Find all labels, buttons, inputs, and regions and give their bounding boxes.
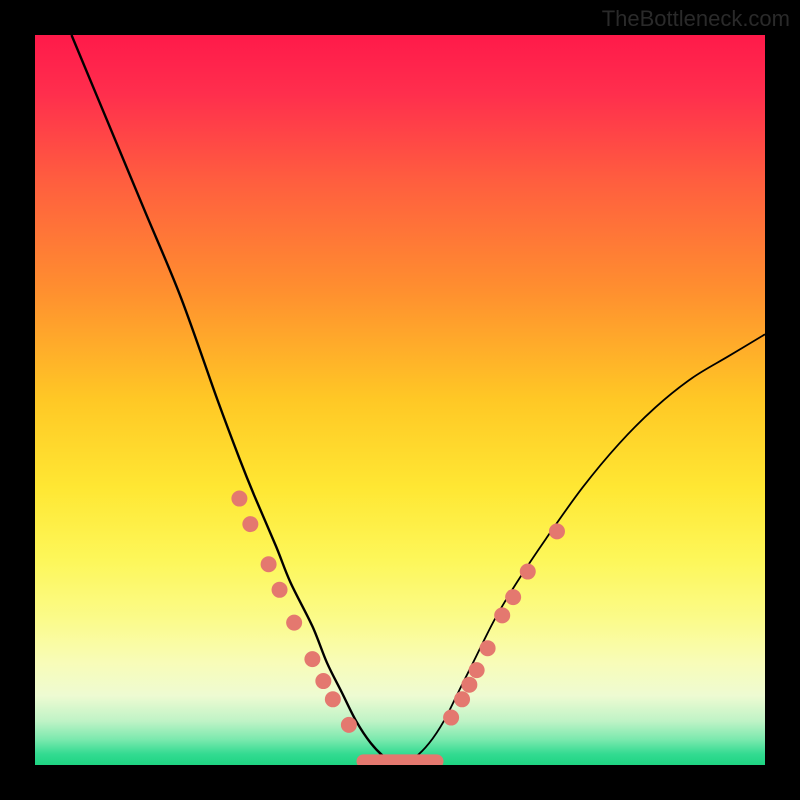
plot-area [35, 35, 765, 765]
marker-left-0 [231, 491, 247, 507]
curves-layer [35, 35, 765, 765]
marker-right-4 [480, 640, 496, 656]
marker-left-7 [325, 691, 341, 707]
marker-left-4 [286, 615, 302, 631]
chart-container: TheBottleneck.com [0, 0, 800, 800]
marker-right-3 [469, 662, 485, 678]
marker-right-8 [549, 523, 565, 539]
marker-left-1 [242, 516, 258, 532]
marker-right-2 [461, 677, 477, 693]
marker-left-6 [315, 673, 331, 689]
marker-left-5 [304, 651, 320, 667]
marker-right-6 [505, 589, 521, 605]
marker-left-2 [261, 556, 277, 572]
marker-right-7 [520, 564, 536, 580]
marker-left-8 [341, 717, 357, 733]
watermark-text: TheBottleneck.com [602, 6, 790, 32]
marker-right-1 [454, 691, 470, 707]
left-curve [72, 35, 401, 765]
marker-left-3 [272, 582, 288, 598]
marker-right-0 [443, 710, 459, 726]
marker-right-5 [494, 607, 510, 623]
